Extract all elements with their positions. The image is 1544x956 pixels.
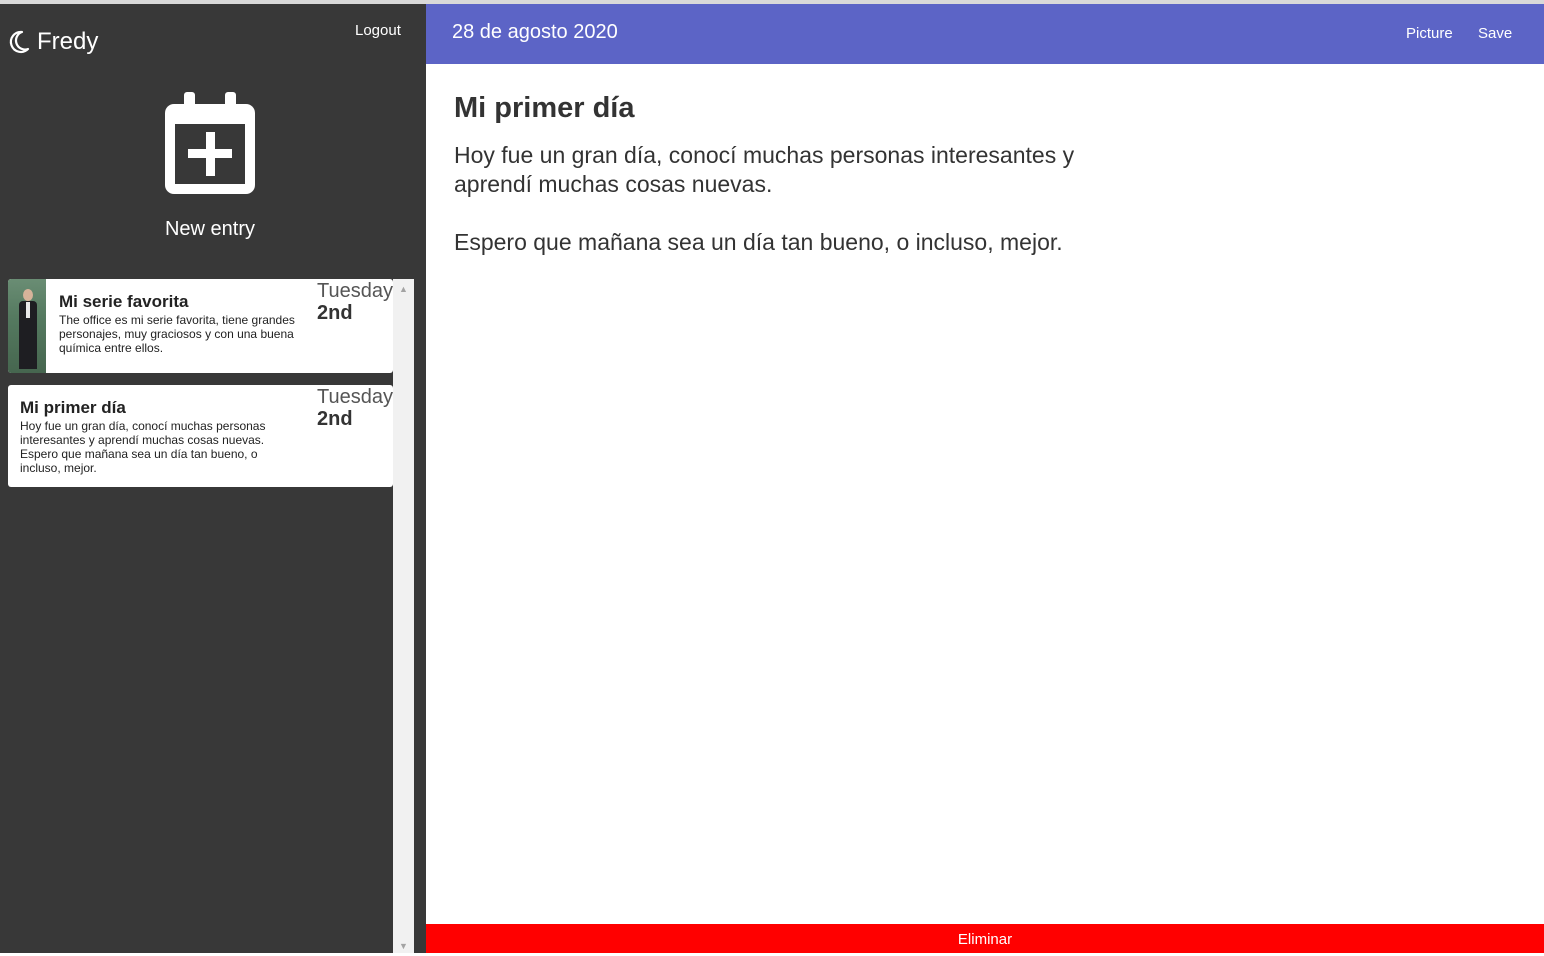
entry-paragraph: Hoy fue un gran día, conocí muchas perso… (454, 142, 1075, 197)
list-item[interactable]: Mi serie favorita The office es mi serie… (8, 279, 393, 373)
entry-day: Tuesday (317, 280, 393, 302)
entry-date-title: 28 de agosto 2020 (452, 21, 618, 43)
sidebar: Fredy Logout New entry Mi serie favorita (0, 4, 426, 953)
user-info: Fredy (8, 28, 98, 56)
delete-button[interactable]: Eliminar (426, 924, 1544, 953)
entry-editor-body[interactable]: Hoy fue un gran día, conocí muchas perso… (454, 141, 1154, 257)
entry-day-number: 2nd (317, 408, 353, 430)
save-button[interactable]: Save (1478, 25, 1512, 42)
new-entry-label: New entry (164, 218, 256, 240)
picture-button[interactable]: Picture (1406, 25, 1453, 42)
entry-day-number: 2nd (317, 302, 353, 324)
entry-header: 28 de agosto 2020 Picture Save (426, 4, 1544, 64)
entry-editor-title[interactable]: Mi primer día (454, 90, 1154, 126)
list-item[interactable]: Mi primer día Hoy fue un gran día, conoc… (8, 385, 393, 487)
entry-paragraph: Espero que mañana sea un día tan bueno, … (454, 229, 1063, 255)
arrow-down-icon[interactable]: ▼ (393, 938, 414, 955)
calendar-plus-icon (110, 92, 310, 194)
scrollbar[interactable]: ▲ ▼ (393, 279, 414, 953)
entry-list: Mi serie favorita The office es mi serie… (8, 279, 393, 499)
moon-icon (8, 29, 30, 55)
entry-preview: Hoy fue un gran día, conocí muchas perso… (20, 419, 266, 475)
entry-day: Tuesday (317, 386, 393, 408)
entry-preview: The office es mi serie favorita, tiene g… (59, 313, 295, 355)
new-entry-button[interactable]: New entry (110, 92, 310, 241)
arrow-up-icon[interactable]: ▲ (393, 281, 414, 298)
user-name: Fredy (37, 28, 99, 55)
entry-date: Tuesday 2nd (317, 280, 393, 324)
entry-thumbnail (8, 279, 46, 373)
logout-button[interactable]: Logout (355, 22, 401, 39)
entry-date: Tuesday 2nd (317, 386, 393, 430)
entry-editor[interactable]: Mi primer día Hoy fue un gran día, conoc… (454, 90, 1154, 257)
